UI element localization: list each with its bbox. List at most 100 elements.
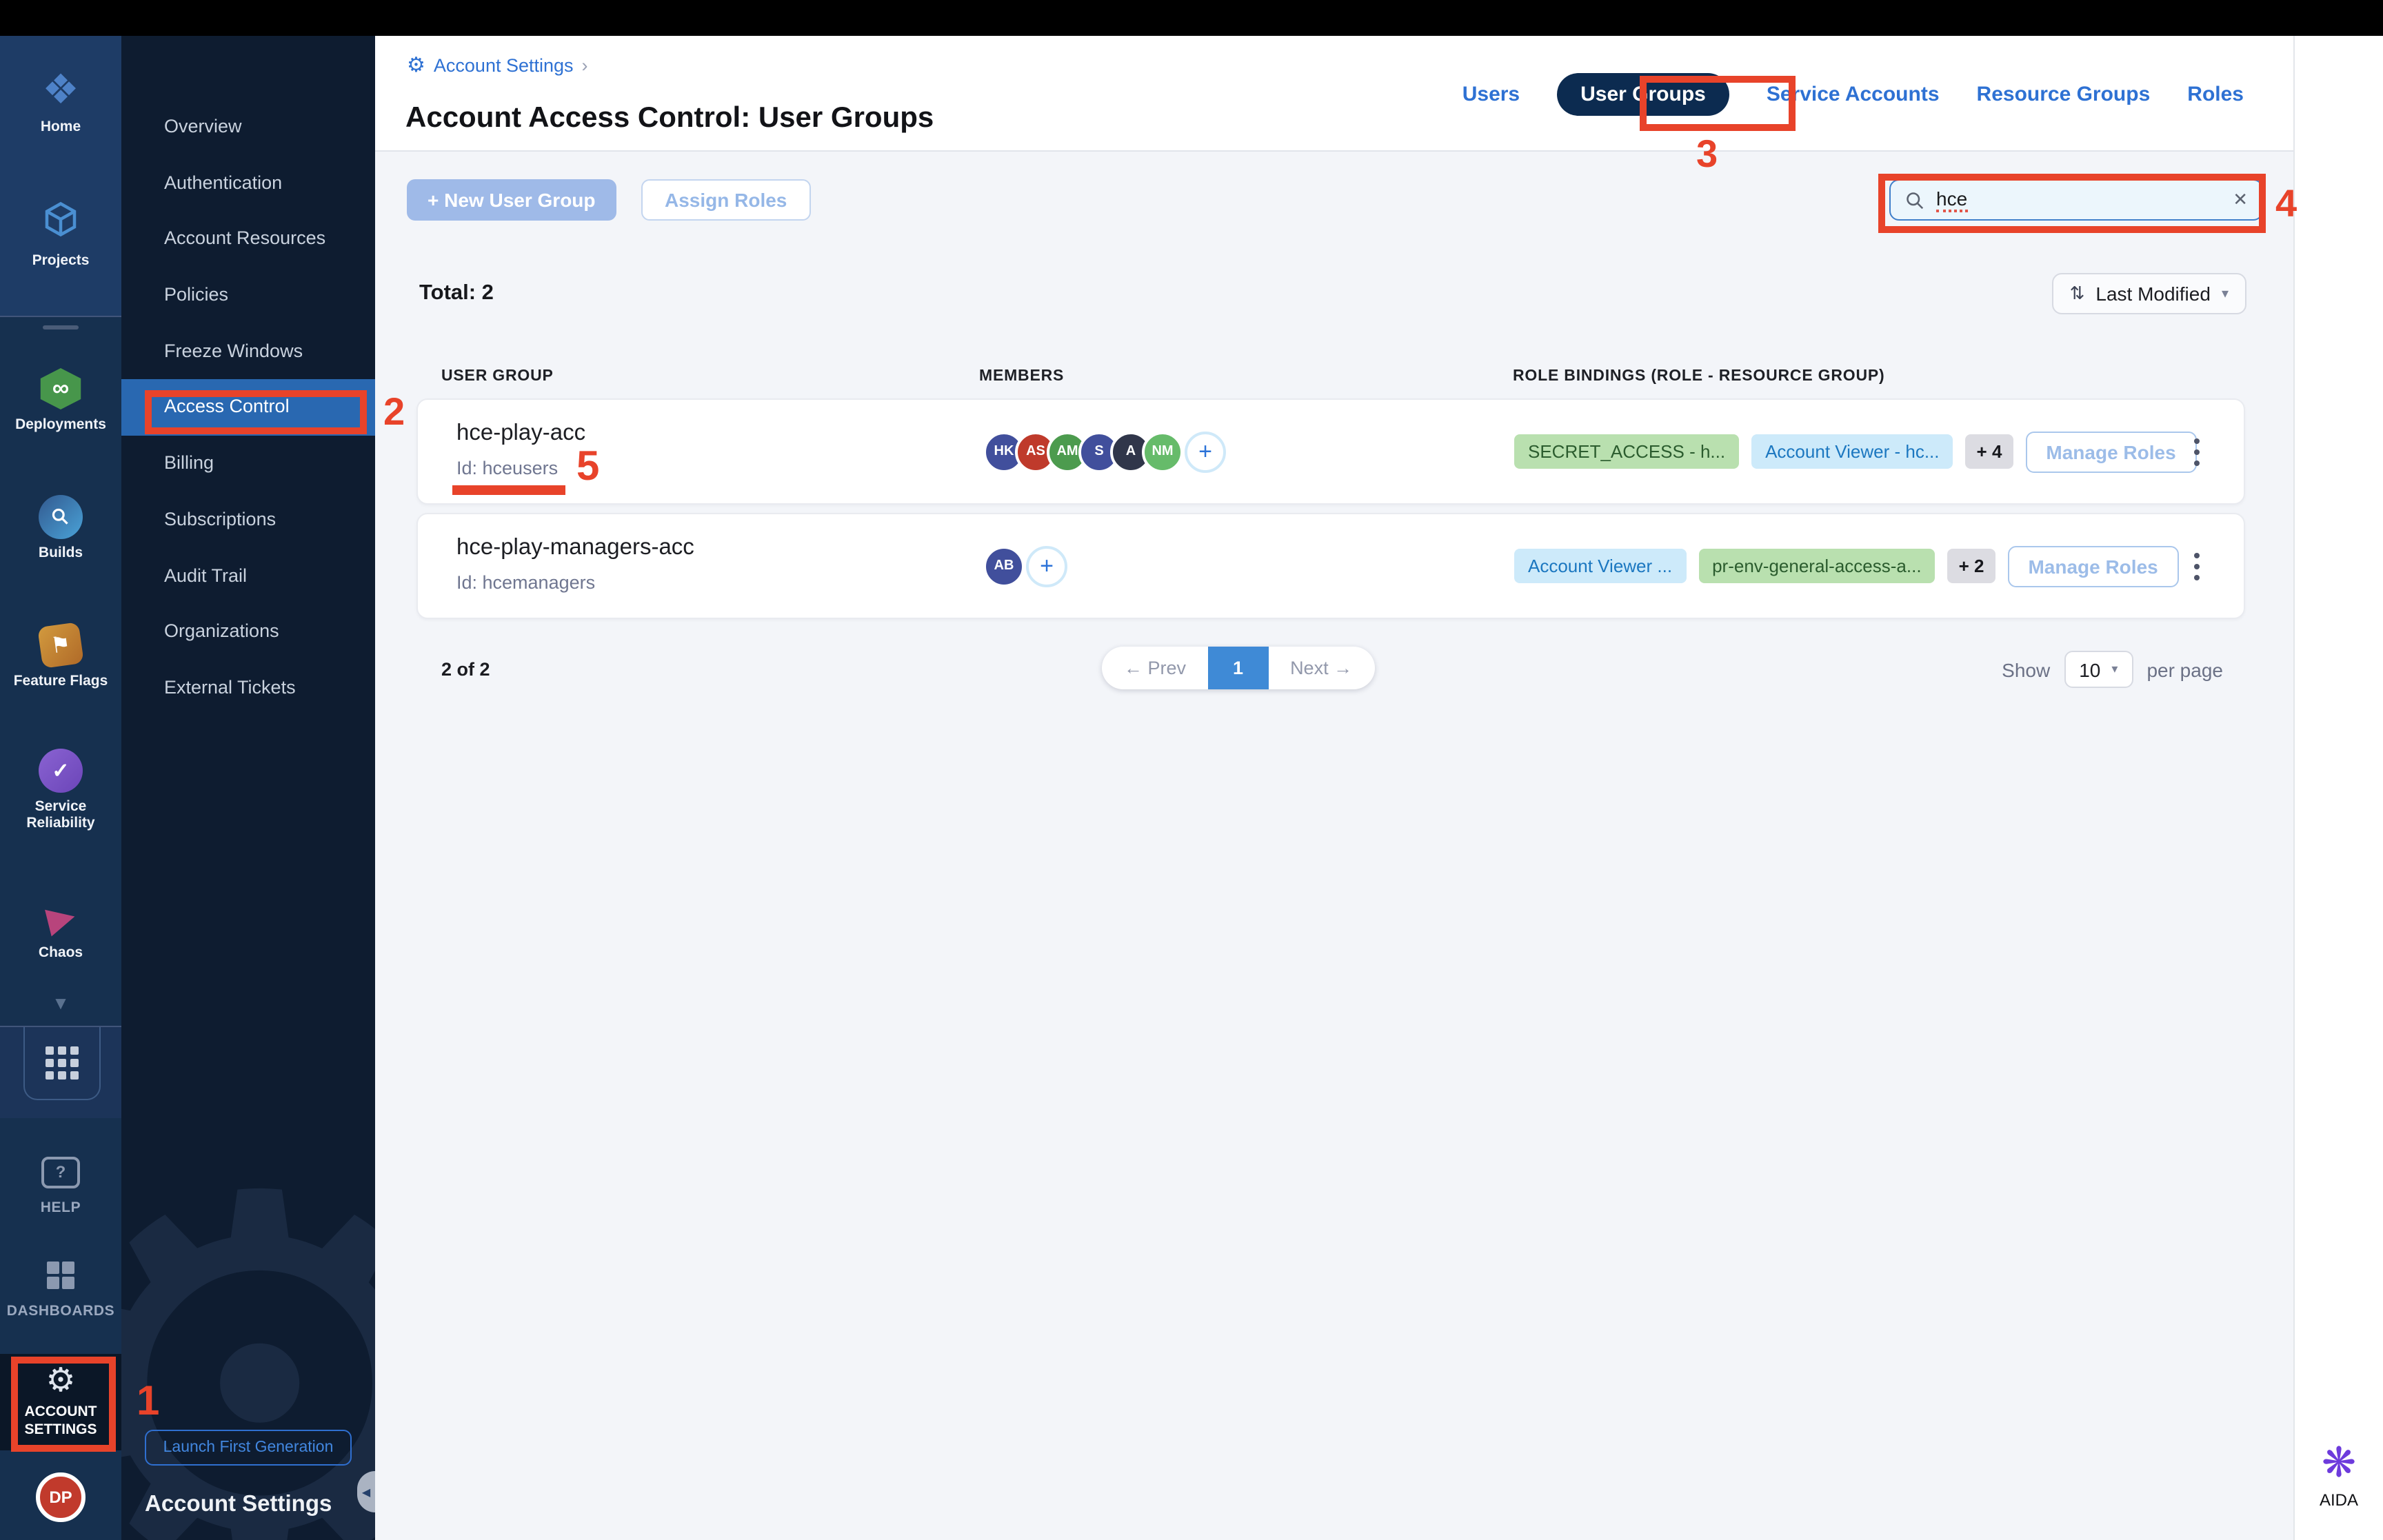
add-member-button[interactable]: + <box>1185 431 1226 472</box>
tab-bar: Users User Groups Service Accounts Resou… <box>1462 36 2244 152</box>
table-row[interactable]: hce-play-managers-acc Id: hcemanagers AB… <box>416 513 2245 619</box>
search-input[interactable]: hce <box>1936 188 1968 212</box>
module-picker-strip <box>0 1026 121 1118</box>
projects-cube-icon <box>37 197 84 241</box>
chevron-down-icon: ▾ <box>2111 662 2118 676</box>
aida-label: AIDA <box>2319 1490 2358 1510</box>
tab-service-accounts[interactable]: Service Accounts <box>1767 82 1940 105</box>
role-badge[interactable]: SECRET_ACCESS - h... <box>1514 434 1740 469</box>
subnav-item-external-tickets[interactable]: External Tickets <box>121 660 375 716</box>
new-user-group-button[interactable]: + New User Group <box>407 179 616 221</box>
rail-item-label: Home <box>40 119 81 135</box>
subnav-item-authentication[interactable]: Authentication <box>121 155 375 211</box>
current-page-button[interactable]: 1 <box>1208 647 1269 689</box>
subnav-item-organizations[interactable]: Organizations <box>121 604 375 660</box>
column-header-members: MEMBERS <box>979 368 1065 385</box>
account-settings-subnav: ⚙ Overview Authentication Account Resour… <box>121 36 375 1540</box>
column-header-role-bindings: ROLE BINDINGS (ROLE - RESOURCE GROUP) <box>1513 368 1885 385</box>
show-label: Show <box>2002 658 2051 680</box>
breadcrumb-separator: › <box>581 54 588 75</box>
add-member-button[interactable]: + <box>1026 545 1067 587</box>
user-group-name[interactable]: hce-play-managers-acc <box>456 535 694 561</box>
next-page-button[interactable]: Next → <box>1268 647 1374 689</box>
chevron-down-icon: ▼ <box>52 993 70 1013</box>
clear-search-icon[interactable]: ✕ <box>2233 189 2248 211</box>
breadcrumb-link[interactable]: Account Settings <box>434 54 574 75</box>
row-menu-icon[interactable] <box>2194 553 2200 586</box>
pagination-range: 2 of 2 <box>441 659 490 680</box>
module-grid-icon <box>46 1046 79 1080</box>
app-window: ❖ Home Projects ∞ Deployments Builds ⚑ F… <box>0 0 2383 1540</box>
row-menu-icon[interactable] <box>2194 438 2200 472</box>
page-size-value: 10 <box>2079 658 2101 680</box>
user-group-id: Id: hceusers <box>456 458 559 478</box>
page-size-dropdown[interactable]: 10 ▾ <box>2064 651 2133 688</box>
browser-top-bar <box>0 0 2383 36</box>
subnav-item-policies[interactable]: Policies <box>121 267 375 323</box>
rail-item-label: HELP <box>40 1199 81 1216</box>
sort-dropdown[interactable]: ⇅ Last Modified ▾ <box>2051 273 2246 314</box>
subnav-item-account-resources[interactable]: Account Resources <box>121 212 375 267</box>
members-cell: AB + <box>983 545 1067 587</box>
deployments-icon: ∞ <box>40 368 81 409</box>
manage-roles-button[interactable]: Manage Roles <box>2007 545 2179 587</box>
sidebar-item-home[interactable]: ❖ Home <box>0 69 121 135</box>
help-icon: ? <box>41 1156 80 1188</box>
role-badge[interactable]: pr-env-general-access-a... <box>1698 549 1935 583</box>
prev-page-button[interactable]: ← Prev <box>1102 647 1208 689</box>
tab-resource-groups[interactable]: Resource Groups <box>1977 82 2151 105</box>
more-roles-badge[interactable]: + 4 <box>1965 434 2013 469</box>
role-badge[interactable]: Account Viewer - hc... <box>1751 434 1953 469</box>
role-badge[interactable]: Account Viewer ... <box>1514 549 1687 583</box>
module-picker-button[interactable] <box>23 1027 101 1100</box>
more-roles-badge[interactable]: + 2 <box>1947 549 1995 583</box>
role-bindings-cell: Account Viewer ... pr-env-general-access… <box>1514 545 2179 587</box>
module-rail: ❖ Home Projects ∞ Deployments Builds ⚑ F… <box>0 36 121 1540</box>
chevron-down-icon: ▾ <box>2221 286 2229 301</box>
member-avatar[interactable]: NM <box>1142 431 1183 472</box>
search-icon <box>1907 192 1924 209</box>
sidebar-item-deployments[interactable]: ∞ Deployments <box>0 367 121 433</box>
member-avatar[interactable]: AB <box>983 545 1025 587</box>
user-group-name[interactable]: hce-play-acc <box>456 421 585 447</box>
sidebar-item-projects[interactable]: Projects <box>0 197 121 269</box>
tab-users[interactable]: Users <box>1462 82 1520 105</box>
sidebar-item-chaos[interactable]: ▶ Chaos <box>0 893 121 961</box>
rail-item-label: ACCOUNT <box>24 1404 97 1420</box>
sidebar-item-help[interactable]: ? HELP <box>0 1150 121 1216</box>
sidebar-item-dashboards[interactable]: DASHBOARDS <box>0 1253 121 1319</box>
subnav-item-freeze-windows[interactable]: Freeze Windows <box>121 324 375 380</box>
members-cell: HK AS AM S A NM + <box>983 431 1226 472</box>
subnav-item-subscriptions[interactable]: Subscriptions <box>121 492 375 548</box>
rail-item-label: Deployments <box>15 416 106 433</box>
dashboards-icon <box>46 1261 75 1290</box>
subnav-footer-title: Account Settings <box>145 1492 332 1517</box>
search-box[interactable]: hce ✕ <box>1889 179 2263 221</box>
launch-first-generation-button[interactable]: Launch First Generation <box>145 1430 352 1466</box>
subnav-item-overview[interactable]: Overview <box>121 99 375 155</box>
rail-item-label: Projects <box>32 252 90 269</box>
column-header-user-group: USER GROUP <box>441 368 554 385</box>
total-count: Total: 2 <box>419 281 494 305</box>
sidebar-item-service-reliability[interactable]: ✓ Service Reliability <box>0 749 121 831</box>
collapse-icon: ◀ <box>361 1486 371 1498</box>
collapse-sidebar-handle[interactable]: ◀ <box>357 1471 375 1512</box>
breadcrumb-gear-icon: ⚙ <box>407 54 425 77</box>
sidebar-item-account-settings[interactable]: ⚙ ACCOUNT SETTINGS <box>0 1354 121 1450</box>
table-row[interactable]: hce-play-acc Id: hceusers HK AS AM S A N… <box>416 398 2245 505</box>
rail-more-chevron[interactable]: ▼ <box>0 993 121 1013</box>
subnav-item-access-control[interactable]: Access Control <box>121 379 375 436</box>
gear-watermark-icon: ⚙ <box>121 1126 375 1540</box>
user-avatar[interactable]: DP <box>36 1472 86 1522</box>
subnav-item-audit-trail[interactable]: Audit Trail <box>121 548 375 604</box>
aida-assistant-button[interactable]: ❋ AIDA <box>2295 1443 2383 1510</box>
tab-user-groups[interactable]: User Groups <box>1557 72 1729 115</box>
user-group-id: Id: hcemanagers <box>456 572 596 593</box>
breadcrumb: ⚙ Account Settings › <box>407 52 588 77</box>
manage-roles-button[interactable]: Manage Roles <box>2025 431 2197 472</box>
tab-roles[interactable]: Roles <box>2187 82 2244 105</box>
assign-roles-button[interactable]: Assign Roles <box>641 179 811 221</box>
sidebar-item-feature-flags[interactable]: ⚑ Feature Flags <box>0 622 121 689</box>
sidebar-item-builds[interactable]: Builds <box>0 495 121 561</box>
subnav-item-billing[interactable]: Billing <box>121 436 375 492</box>
